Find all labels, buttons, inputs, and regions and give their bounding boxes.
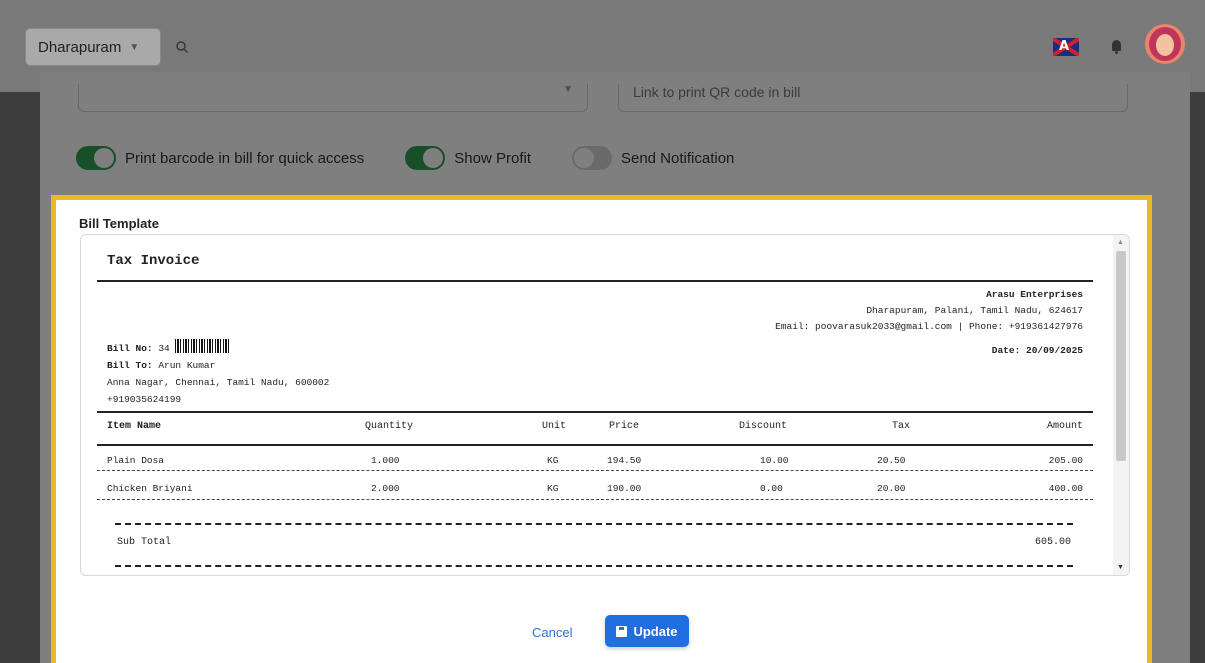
toggle-row: Print barcode in bill for quick access S… (76, 146, 775, 170)
company-address: Dharapuram, Palani, Tamil Nadu, 624617 (866, 305, 1083, 316)
cell-qty: 2.000 (371, 483, 400, 494)
cell-price: 190.00 (607, 483, 642, 494)
cell-price: 194.50 (607, 455, 642, 466)
cell-amount: 205.00 (1048, 455, 1083, 466)
avatar[interactable] (1145, 24, 1185, 64)
cell-discount: 0.00 (760, 483, 783, 494)
toggle-switch-on[interactable] (405, 146, 446, 170)
toggle-label: Print barcode in bill for quick access (125, 149, 365, 167)
column-header-tax: Tax (892, 421, 911, 432)
toggle-print-barcode[interactable]: Print barcode in bill for quick access (76, 146, 364, 170)
search-icon[interactable] (175, 40, 189, 54)
column-header-item: Item Name (107, 421, 162, 432)
divider (97, 411, 1093, 413)
update-button-label: Update (633, 623, 678, 639)
company-contact: Email: poovarasuk2033@gmail.com | Phone:… (775, 321, 1083, 332)
scroll-up-icon[interactable]: ▲ (1117, 239, 1124, 246)
toggle-switch-off[interactable] (571, 146, 612, 170)
column-header-discount: Discount (739, 421, 788, 432)
row-divider (97, 499, 1093, 500)
bill-to-block: Bill No: 34 Bill To: Arun Kumar Anna Nag… (107, 339, 329, 408)
scrollbar-thumb[interactable] (1116, 251, 1126, 461)
bill-to-address: Anna Nagar, Chennai, Tamil Nadu, 600002 (107, 377, 330, 388)
divider (115, 523, 1073, 525)
company-block: Arasu Enterprises Dharapuram, Palani, Ta… (775, 287, 1083, 359)
cell-tax: 20.50 (877, 455, 906, 466)
branch-select-value: Dharapuram (38, 38, 122, 56)
invoice-date: Date: 20/09/2025 (991, 345, 1083, 356)
scroll-down-icon[interactable]: ▼ (1117, 564, 1124, 571)
cell-qty: 1.000 (371, 455, 400, 466)
bill-to-label: Bill To: (107, 360, 153, 371)
column-header-price: Price (609, 421, 640, 432)
cell-discount: 10.00 (760, 455, 789, 466)
chevron-down-icon: ▼ (563, 84, 573, 95)
language-flag-icon[interactable]: A (1053, 38, 1079, 56)
toggle-switch-on[interactable] (76, 146, 116, 170)
settings-select[interactable]: ▼ (78, 84, 588, 112)
cell-tax: 20.00 (877, 483, 906, 494)
bell-icon[interactable] (1112, 40, 1121, 54)
cell-unit: KG (547, 483, 559, 494)
bill-template-modal: Bill Template Tax Invoice Arasu Enterpri… (51, 195, 1152, 663)
divider (115, 565, 1073, 567)
bill-to: Bill To: Arun Kumar (107, 357, 329, 374)
branch-select[interactable]: Dharapuram ▼ (25, 28, 161, 66)
column-header-quantity: Quantity (365, 421, 414, 432)
column-header-amount: Amount (1046, 421, 1083, 432)
qr-link-input[interactable]: Link to print QR code in bill (618, 84, 1128, 112)
toggle-label: Show Profit (454, 149, 531, 167)
cell-item: Chicken Briyani (107, 483, 193, 494)
bill-no-value: 34 (158, 343, 170, 354)
chevron-down-icon: ▼ (129, 41, 140, 53)
toggle-label: Send Notification (620, 149, 735, 167)
bill-number: Bill No: 34 (107, 339, 329, 357)
company-name: Arasu Enterprises (986, 289, 1083, 300)
save-icon (616, 625, 628, 637)
subtotal-label: Sub Total (117, 537, 172, 548)
section-label: Bill Template (79, 216, 159, 231)
barcode-icon (175, 339, 232, 353)
subtotal-value: 605.00 (1034, 537, 1071, 548)
bill-to-phone: +919035624199 (107, 394, 182, 405)
invoice-title: Tax Invoice (107, 253, 200, 269)
cell-amount: 400.00 (1048, 483, 1083, 494)
cell-unit: KG (547, 455, 559, 466)
cancel-button[interactable]: Cancel (532, 625, 572, 640)
qr-link-placeholder: Link to print QR code in bill (633, 84, 801, 100)
column-header-unit: Unit (542, 421, 567, 432)
bill-to-name: Arun Kumar (158, 360, 216, 371)
update-button[interactable]: Update (605, 615, 689, 647)
divider (97, 444, 1093, 446)
toggle-show-profit[interactable]: Show Profit (405, 146, 531, 170)
bill-no-label: Bill No: (107, 343, 153, 354)
bill-preview[interactable]: Tax Invoice Arasu Enterprises Dharapuram… (80, 234, 1130, 576)
scrollbar[interactable]: ▲ ▼ (1113, 235, 1129, 575)
cell-item: Plain Dosa (107, 455, 165, 466)
divider (97, 280, 1093, 282)
row-divider (97, 470, 1093, 471)
toggle-send-notification[interactable]: Send Notification (571, 146, 735, 170)
